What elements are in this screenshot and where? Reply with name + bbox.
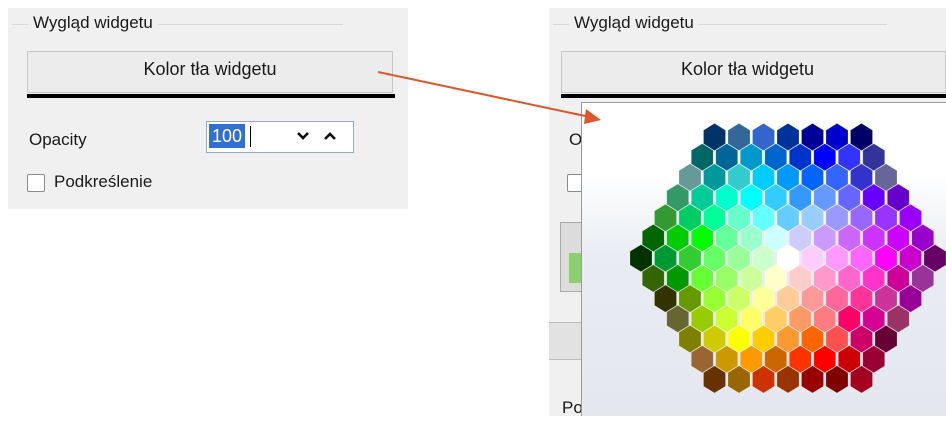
annotation-arrow [377, 71, 601, 124]
